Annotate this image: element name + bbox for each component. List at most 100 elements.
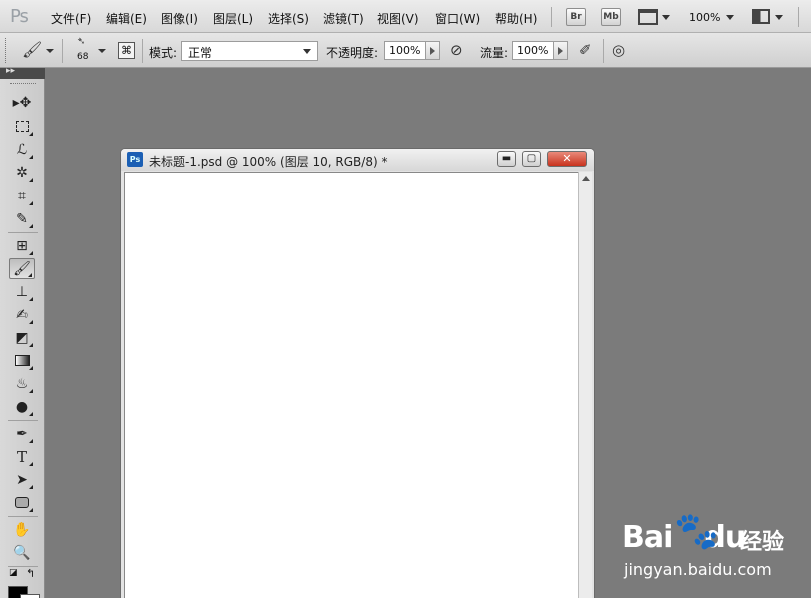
- marquee-tool[interactable]: [9, 116, 35, 137]
- options-bar: 🖌 ➴ 68 ⌘ 模式: 正常 不透明度: 100% ⊘ 流量: 100% ✐ …: [0, 33, 811, 68]
- tools-panel-header[interactable]: ▸▸: [0, 66, 45, 79]
- type-tool[interactable]: T: [9, 446, 35, 467]
- tools-separator: [8, 516, 38, 517]
- flow-input[interactable]: 100%: [512, 41, 554, 60]
- swap-colors-icon[interactable]: ↰: [26, 567, 35, 580]
- path-selection-icon: ➤: [16, 471, 28, 488]
- menu-view[interactable]: 视图(V): [377, 10, 419, 27]
- frame-view-icon[interactable]: [638, 9, 658, 25]
- pen-tool[interactable]: ✒: [9, 423, 35, 444]
- menu-separator: [551, 7, 552, 27]
- watermark-cn: 经验: [740, 530, 785, 555]
- mode-label: 模式:: [149, 46, 178, 60]
- watermark-url: jingyan.baidu.com: [624, 560, 772, 579]
- mini-bridge-button[interactable]: Mb: [601, 8, 621, 26]
- shape-icon: [15, 497, 29, 508]
- brush-tip-icon[interactable]: ➴: [77, 36, 85, 47]
- mode-select[interactable]: 正常: [181, 41, 318, 61]
- airbrush-icon[interactable]: ✐: [579, 41, 592, 59]
- grip-icon: [5, 38, 8, 63]
- document-canvas[interactable]: [124, 172, 578, 598]
- crop-icon: ⌗: [18, 187, 26, 204]
- scroll-up-arrow-icon[interactable]: [582, 176, 590, 181]
- mode-value: 正常: [188, 46, 213, 60]
- blur-icon: ♨: [15, 375, 29, 392]
- lasso-tool[interactable]: ℒ: [9, 139, 35, 160]
- options-separator: [62, 39, 63, 63]
- tools-panel: ▸▸ ▸✥ ℒ ✲ ⌗ ✎ ⊞ 🖌 ⊥ ✍ ◩ ♨ ● ✒ T ➤ ✋ 🔍 ◪ …: [0, 66, 45, 598]
- menu-select[interactable]: 选择(S): [268, 10, 309, 27]
- vertical-scrollbar[interactable]: [578, 172, 592, 598]
- gradient-tool[interactable]: [9, 350, 35, 371]
- clone-stamp-icon: ⊥: [15, 283, 29, 300]
- baidu-jingyan-watermark: Bai du 🐾 经验 jingyan.baidu.com: [622, 510, 802, 585]
- healing-brush-icon: ⊞: [16, 237, 28, 254]
- hand-tool[interactable]: ✋: [9, 519, 35, 540]
- gradient-icon: [14, 355, 30, 366]
- marquee-icon: [15, 121, 29, 132]
- background-color-swatch[interactable]: [20, 594, 40, 598]
- crop-tool[interactable]: ⌗: [9, 185, 35, 206]
- tools-separator: [8, 420, 38, 421]
- document-window: Ps 未标题-1.psd @ 100% (图层 10, RGB/8) * ▬ ▢…: [120, 148, 595, 598]
- menu-edit[interactable]: 编辑(E): [106, 10, 147, 27]
- expand-icon[interactable]: ▸▸: [6, 66, 15, 76]
- zoom-icon: 🔍: [13, 544, 31, 561]
- opacity-slider-button[interactable]: [426, 41, 440, 60]
- pressure-opacity-icon[interactable]: ⊘: [450, 41, 463, 59]
- eyedropper-tool[interactable]: ✎: [9, 208, 35, 229]
- path-selection-tool[interactable]: ➤: [9, 469, 35, 490]
- hand-icon: ✋: [13, 521, 31, 538]
- menu-file[interactable]: 文件(F): [51, 10, 91, 27]
- pressure-size-icon[interactable]: ◎: [612, 41, 625, 59]
- document-title-bar[interactable]: Ps 未标题-1.psd @ 100% (图层 10, RGB/8) * ▬ ▢…: [121, 149, 594, 171]
- chevron-down-icon[interactable]: [726, 15, 734, 20]
- history-brush-tool[interactable]: ✍: [9, 304, 35, 325]
- zoom-level[interactable]: 100%: [689, 11, 720, 24]
- menu-separator: [798, 7, 799, 27]
- magic-wand-tool[interactable]: ✲: [9, 162, 35, 183]
- menu-filter[interactable]: 滤镜(T): [323, 10, 364, 27]
- menu-window[interactable]: 窗口(W): [435, 10, 480, 27]
- grip-icon: [10, 83, 36, 85]
- photoshop-document-icon: Ps: [127, 152, 143, 167]
- flow-label: 流量:: [480, 46, 509, 60]
- eraser-tool[interactable]: ◩: [9, 327, 35, 348]
- brush-tool-preset-icon[interactable]: 🖌: [22, 40, 42, 59]
- chevron-down-icon[interactable]: [662, 15, 670, 20]
- dodge-icon: ●: [15, 398, 29, 415]
- menu-layer[interactable]: 图层(L): [213, 10, 253, 27]
- clone-stamp-tool[interactable]: ⊥: [9, 281, 35, 302]
- history-brush-icon: ✍: [16, 306, 28, 323]
- blur-tool[interactable]: ♨: [9, 373, 35, 394]
- chevron-down-icon[interactable]: [775, 15, 783, 20]
- opacity-input[interactable]: 100%: [384, 41, 426, 60]
- menu-image[interactable]: 图像(I): [161, 10, 198, 27]
- paw-icon: 🐾: [674, 511, 719, 552]
- menu-help[interactable]: 帮助(H): [495, 10, 537, 27]
- zoom-tool[interactable]: 🔍: [9, 542, 35, 563]
- default-colors-icon[interactable]: ◪: [9, 568, 18, 578]
- move-tool[interactable]: ▸✥: [9, 92, 35, 113]
- opacity-label: 不透明度:: [326, 46, 379, 60]
- maximize-button[interactable]: ▢: [522, 151, 541, 167]
- chevron-down-icon[interactable]: [98, 49, 106, 53]
- minimize-button[interactable]: ▬: [497, 151, 516, 167]
- lasso-icon: ℒ: [16, 141, 28, 158]
- chevron-down-icon[interactable]: [46, 49, 54, 53]
- brush-panel-toggle-icon[interactable]: ⌘: [118, 42, 135, 59]
- options-separator: [603, 39, 604, 63]
- arrange-documents-icon[interactable]: [752, 9, 770, 24]
- healing-brush-tool[interactable]: ⊞: [9, 235, 35, 256]
- eyedropper-icon: ✎: [16, 210, 28, 227]
- brush-tool[interactable]: 🖌: [9, 258, 35, 279]
- dodge-tool[interactable]: ●: [9, 396, 35, 417]
- shape-tool[interactable]: [9, 492, 35, 513]
- close-button[interactable]: ✕: [547, 151, 587, 167]
- chevron-down-icon: [303, 49, 311, 54]
- pen-icon: ✒: [16, 425, 28, 442]
- brush-size[interactable]: 68: [77, 52, 88, 62]
- bridge-button[interactable]: Br: [566, 8, 586, 26]
- flow-slider-button[interactable]: [554, 41, 568, 60]
- move-icon: ▸✥: [12, 94, 32, 111]
